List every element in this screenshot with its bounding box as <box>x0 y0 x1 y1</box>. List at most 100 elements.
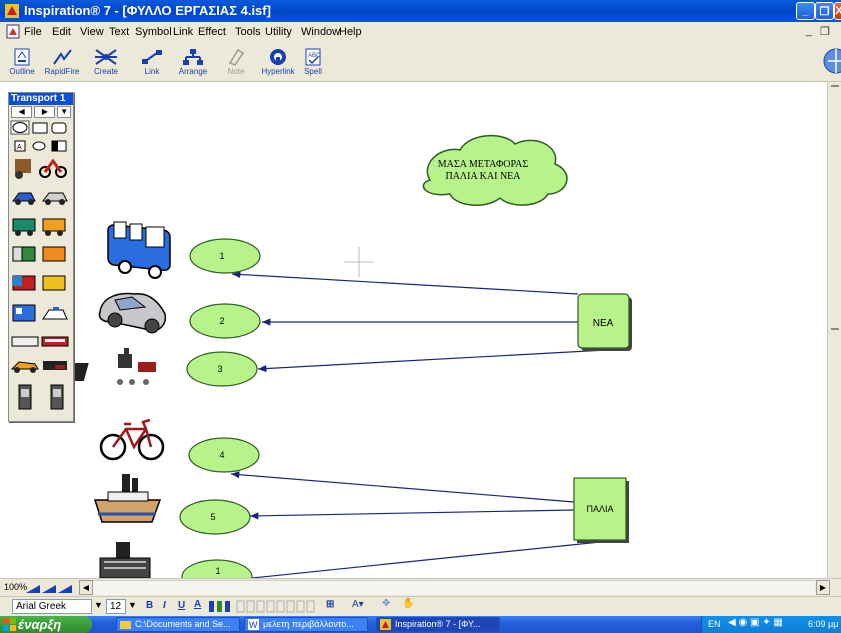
link-new-3[interactable] <box>257 349 607 373</box>
create-button[interactable]: Create <box>84 48 128 76</box>
cloud-title-shape[interactable]: ΜΑΣΑ ΜΕΤΑΦΟΡΑΣ ΠΑΛΙΑ ΚΑΙ ΝΕΑ <box>422 134 568 206</box>
menu-view[interactable]: View <box>80 26 104 38</box>
shape-oval-button[interactable] <box>10 120 30 135</box>
start-button[interactable]: έναρξη <box>0 616 92 633</box>
oval-4[interactable]: 4 <box>188 437 260 473</box>
link-old-6[interactable] <box>251 541 601 578</box>
text-color-icon[interactable]: A <box>194 599 201 610</box>
oval-1[interactable]: 1 <box>189 238 261 274</box>
oval-6[interactable]: 1 <box>181 559 253 578</box>
inspiration-app-icon[interactable] <box>4 3 20 19</box>
car-icon[interactable] <box>98 292 167 334</box>
box-new[interactable]: ΝΕΑ <box>577 293 632 351</box>
menu-utility[interactable]: Utility <box>265 26 292 38</box>
steamship-icon[interactable] <box>93 474 162 523</box>
italic-button[interactable]: I <box>163 600 166 611</box>
taskbar-item-word[interactable]: W μελετη περιβάλλοντο... <box>244 617 368 632</box>
palette-title[interactable]: Transport 1 <box>9 93 73 105</box>
shape-half-rect-button[interactable] <box>51 140 67 152</box>
symbol-yellow-truck-icon[interactable] <box>42 218 66 236</box>
frame-style-icon[interactable]: A▾ <box>352 599 364 610</box>
hand-icon[interactable]: ✋ <box>402 598 414 609</box>
mdi-minimize-button[interactable]: _ <box>806 25 812 37</box>
shape-label-button[interactable]: A <box>14 140 26 152</box>
shape-ellipse-button[interactable] <box>32 141 46 151</box>
symbol-green-truck-icon[interactable] <box>12 246 36 262</box>
symbol-silver-car-icon[interactable] <box>42 192 68 205</box>
bicycle-icon[interactable] <box>99 418 165 461</box>
symbol-red-train-icon[interactable] <box>41 336 69 347</box>
menu-symbol[interactable]: Symbol <box>135 26 172 38</box>
clock[interactable]: 6:09 μμ <box>808 619 838 629</box>
palette-next-button[interactable]: ▶ <box>34 106 56 118</box>
outline-button[interactable]: Outline <box>7 48 37 76</box>
symbol-tram-front-icon[interactable] <box>18 384 32 410</box>
scroll-track[interactable] <box>93 580 815 595</box>
link-old-5[interactable] <box>249 509 575 520</box>
link-new-1[interactable] <box>231 270 579 295</box>
size-select[interactable]: 12 <box>106 599 126 614</box>
symbol-blue-car-icon[interactable] <box>12 192 36 205</box>
menu-edit[interactable]: Edit <box>52 26 71 38</box>
taskbar-item-explorer[interactable]: C:\Documents and Se... <box>116 617 240 632</box>
menu-effect[interactable]: Effect <box>198 26 226 38</box>
menu-text[interactable]: Text <box>109 26 129 38</box>
scroll-right-button[interactable]: ▶ <box>816 580 830 595</box>
underline-button[interactable]: U <box>178 600 185 611</box>
bold-button[interactable]: B <box>146 600 153 611</box>
move-icon[interactable]: ✥ <box>382 598 390 609</box>
align-icons[interactable] <box>208 600 232 613</box>
text-box-icon[interactable]: ⊞ <box>326 599 334 610</box>
menu-tools[interactable]: Tools <box>235 26 261 38</box>
shape-rect-button[interactable] <box>32 122 48 134</box>
menu-link[interactable]: Link <box>173 26 193 38</box>
zoom-slider[interactable] <box>24 582 76 594</box>
spell-button[interactable]: ABC Spell <box>296 48 330 76</box>
box-old[interactable]: ΠΑΛΙΑ <box>573 477 629 543</box>
restore-button[interactable]: ❐ <box>815 2 834 20</box>
symbol-blue-bus-icon[interactable] <box>12 304 36 322</box>
symbol-red-truck-icon[interactable] <box>12 275 36 291</box>
symbol-locomotive-icon[interactable] <box>43 361 67 370</box>
mdi-restore-button[interactable]: ❐ <box>820 25 830 38</box>
font-select[interactable]: Arial Greek <box>12 599 92 614</box>
size-dropdown-icon[interactable]: ▼ <box>128 600 137 610</box>
symbol-police-car-icon[interactable] <box>42 307 68 320</box>
link-old-4[interactable] <box>230 471 575 503</box>
symbol-white-train-icon[interactable] <box>11 336 39 347</box>
note-button[interactable]: Note <box>214 48 258 76</box>
taskbar-item-inspiration[interactable]: Inspiration® 7 - [ΦΥ... <box>376 617 500 632</box>
symbol-green-jeep-icon[interactable] <box>12 218 36 236</box>
symbol-carriage-icon[interactable] <box>15 159 31 179</box>
document-icon[interactable] <box>6 24 20 39</box>
link-button[interactable]: Link <box>130 48 174 76</box>
vertical-scrollbar[interactable] <box>827 82 841 578</box>
globe-icon[interactable] <box>822 46 841 76</box>
symbol-school-bus-icon[interactable] <box>42 275 66 291</box>
scroll-left-button[interactable]: ◀ <box>79 580 93 595</box>
menu-help[interactable]: Help <box>339 26 362 38</box>
close-button[interactable]: X <box>834 2 841 20</box>
language-indicator[interactable]: EN <box>708 619 721 629</box>
symbol-metro-front-icon[interactable] <box>50 384 64 410</box>
tray-icons[interactable]: ◀ ◉ ▣ ✦ ▦ <box>728 617 783 628</box>
diagram-canvas[interactable]: ΜΑΣΑ ΜΕΤΑΦΟΡΑΣ ΠΑΛΙΑ ΚΑΙ ΝΕΑ ΝΕΑ ΠΑΛΙΑ 1… <box>0 82 827 578</box>
oval-5[interactable]: 5 <box>179 499 251 535</box>
font-dropdown-icon[interactable]: ▼ <box>94 600 103 610</box>
palette-prev-button[interactable]: ◀ <box>11 106 33 118</box>
minimize-button[interactable]: _ <box>796 2 815 20</box>
rapidfire-button[interactable]: RapidFire <box>40 48 84 76</box>
symbol-race-car-icon[interactable] <box>10 361 39 373</box>
palette-menu-button[interactable]: ▼ <box>57 106 71 118</box>
oval-2[interactable]: 2 <box>189 303 261 339</box>
menu-window[interactable]: Window <box>301 26 340 38</box>
ship-icon[interactable] <box>99 542 151 578</box>
oval-3[interactable]: 3 <box>186 351 258 387</box>
menu-file[interactable]: File <box>24 26 42 38</box>
shape-rounded-rect-button[interactable] <box>51 122 67 134</box>
symbol-orange-van-icon[interactable] <box>42 246 66 262</box>
symbol-motorbike-icon[interactable] <box>39 158 67 178</box>
hyperlink-button[interactable]: Hyperlink <box>256 48 300 76</box>
arrange-button[interactable]: Arrange <box>171 48 215 76</box>
bus-icon[interactable] <box>107 221 171 279</box>
